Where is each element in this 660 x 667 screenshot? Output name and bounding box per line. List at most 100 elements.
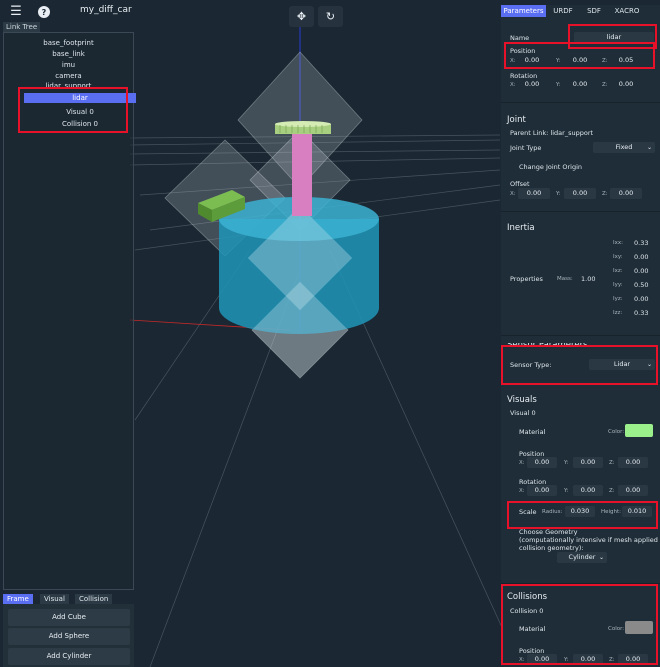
- ixx-value[interactable]: 0.33: [634, 239, 648, 247]
- choose-geometry-hint: (computationally intensive if mesh appli…: [519, 536, 660, 544]
- visual-position-z-input[interactable]: 0.00: [618, 457, 648, 468]
- height-label: Height:: [601, 509, 622, 515]
- iyy-label: Iyy:: [613, 282, 623, 288]
- collision-position-z-input[interactable]: 0.00: [618, 654, 648, 665]
- visual-position-y-input[interactable]: 0.00: [573, 457, 603, 468]
- move-icon: ✥: [296, 10, 307, 23]
- collision-color-swatch[interactable]: [625, 621, 653, 634]
- collision-position-x-label: X:: [519, 657, 525, 663]
- radius-label: Radius:: [542, 509, 563, 515]
- visual-position-x-label: X:: [519, 460, 525, 466]
- tab-frame[interactable]: Frame: [3, 594, 33, 604]
- sensor-parameters-heading: Sensor Parameters: [507, 343, 588, 350]
- izz-value[interactable]: 0.33: [634, 309, 648, 317]
- tab-urdf[interactable]: URDF: [548, 5, 578, 17]
- geometry-value: Cylinder: [568, 553, 596, 561]
- ixy-value[interactable]: 0.00: [634, 253, 648, 261]
- visual-rotation-y-input[interactable]: 0.00: [573, 485, 603, 496]
- app-root: ☰ ? my_diff_car ✥ ↻ Link Tree base_footp…: [0, 0, 660, 667]
- rotation-x-label: X:: [510, 82, 516, 88]
- position-z-input[interactable]: 0.05: [611, 55, 641, 66]
- visual-position-y-label: Y:: [564, 460, 569, 466]
- visuals-heading: Visuals: [507, 395, 537, 405]
- tab-sdf[interactable]: SDF: [581, 5, 607, 17]
- mass-value[interactable]: 1.00: [581, 275, 595, 283]
- refresh-button[interactable]: ↻: [318, 6, 343, 27]
- position-x-input[interactable]: 0.00: [518, 55, 546, 66]
- refresh-icon: ↻: [325, 10, 336, 23]
- visual-position-z-label: Z:: [609, 460, 615, 466]
- choose-geometry-hint-2: collision geometry):: [519, 544, 584, 552]
- name-input[interactable]: lidar: [574, 32, 654, 43]
- properties-label: Properties: [510, 275, 543, 283]
- geometry-select[interactable]: Cylinder ⌄: [557, 552, 607, 563]
- tree-item-visual-0[interactable]: Visual 0: [24, 107, 136, 117]
- choose-geometry-label: Choose Geometry: [519, 528, 578, 536]
- visual-color-swatch[interactable]: [625, 424, 653, 437]
- mass-label: Mass:: [557, 276, 573, 282]
- visual-rotation-z-input[interactable]: 0.00: [618, 485, 648, 496]
- joint-type-select[interactable]: Fixed ⌄: [593, 142, 655, 153]
- chevron-down-icon: ⌄: [646, 144, 652, 151]
- menu-icon[interactable]: ☰: [9, 4, 23, 19]
- add-sphere-button[interactable]: Add Sphere: [8, 628, 130, 645]
- offset-x-input[interactable]: 0.00: [518, 188, 550, 199]
- tree-item-lidar-support[interactable]: lidar_support: [4, 81, 133, 87]
- add-cube-button[interactable]: Add Cube: [8, 609, 130, 626]
- chevron-down-icon: ⌄: [598, 554, 604, 561]
- link-tree-tab[interactable]: Link Tree: [3, 22, 41, 32]
- iyz-value[interactable]: 0.00: [634, 295, 648, 303]
- joint-type-label: Joint Type: [510, 144, 542, 152]
- tab-visual[interactable]: Visual: [40, 594, 69, 604]
- iyz-label: Iyz:: [613, 296, 623, 302]
- offset-z-input[interactable]: 0.00: [610, 188, 642, 199]
- position-z-label: Z:: [602, 58, 608, 64]
- lidar-support[interactable]: [292, 132, 312, 216]
- tab-xacro[interactable]: XACRO: [611, 5, 643, 17]
- tab-collision[interactable]: Collision: [75, 594, 113, 604]
- visual-item-label: Visual 0: [510, 409, 536, 417]
- rotation-y-input[interactable]: 0.00: [565, 79, 595, 90]
- tree-item-imu[interactable]: imu: [4, 60, 133, 70]
- visual-rotation-x-input[interactable]: 0.00: [527, 485, 557, 496]
- name-label: Name: [510, 34, 530, 42]
- tree-item-collision-0[interactable]: Collision 0: [24, 119, 136, 129]
- rotation-z-input[interactable]: 0.00: [611, 79, 641, 90]
- visual-rotation-z-label: Z:: [609, 488, 615, 494]
- right-panel-tabs: Parameters URDF SDF XACRO: [501, 5, 660, 17]
- offset-y-input[interactable]: 0.00: [564, 188, 596, 199]
- tree-item-base-footprint[interactable]: base_footprint: [4, 38, 133, 48]
- ixz-value[interactable]: 0.00: [634, 267, 648, 275]
- visual-position-x-input[interactable]: 0.00: [527, 457, 557, 468]
- properties-panel: Parameters URDF SDF XACRO Name lidar Pos…: [501, 5, 660, 667]
- rotation-z-label: Z:: [602, 82, 608, 88]
- collision-color-label: Color:: [608, 626, 625, 632]
- move-button[interactable]: ✥: [289, 6, 314, 27]
- height-input[interactable]: 0.010: [622, 506, 652, 517]
- change-joint-origin-label: Change Joint Origin: [519, 163, 583, 171]
- position-y-input[interactable]: 0.00: [565, 55, 595, 66]
- offset-y-label: Y:: [556, 191, 561, 197]
- rotation-x-input[interactable]: 0.00: [518, 79, 546, 90]
- tree-item-camera[interactable]: camera: [4, 71, 133, 81]
- radius-input[interactable]: 0.030: [565, 506, 595, 517]
- joint-heading: Joint: [507, 115, 526, 125]
- chevron-down-icon: ⌄: [646, 361, 652, 368]
- collision-position-x-input[interactable]: 0.00: [527, 654, 557, 665]
- scale-label: Scale: [519, 508, 537, 516]
- app-title: my_diff_car: [80, 5, 132, 15]
- help-icon[interactable]: ?: [38, 6, 50, 18]
- collision-position-y-input[interactable]: 0.00: [573, 654, 603, 665]
- ixz-label: Ixz:: [613, 268, 623, 274]
- divider: [501, 383, 660, 384]
- tree-item-lidar[interactable]: lidar: [24, 93, 136, 103]
- tree-item-base-link[interactable]: base_link: [4, 49, 133, 59]
- lidar-disc[interactable]: [275, 121, 331, 134]
- iyy-value[interactable]: 0.50: [634, 281, 648, 289]
- add-cylinder-button[interactable]: Add Cylinder: [8, 648, 130, 665]
- collision-material-label: Material: [519, 625, 546, 633]
- sensor-type-select[interactable]: Lidar ⌄: [589, 359, 655, 370]
- divider: [501, 335, 660, 336]
- sensor-type-value: Lidar: [613, 360, 631, 368]
- tab-parameters[interactable]: Parameters: [501, 5, 546, 17]
